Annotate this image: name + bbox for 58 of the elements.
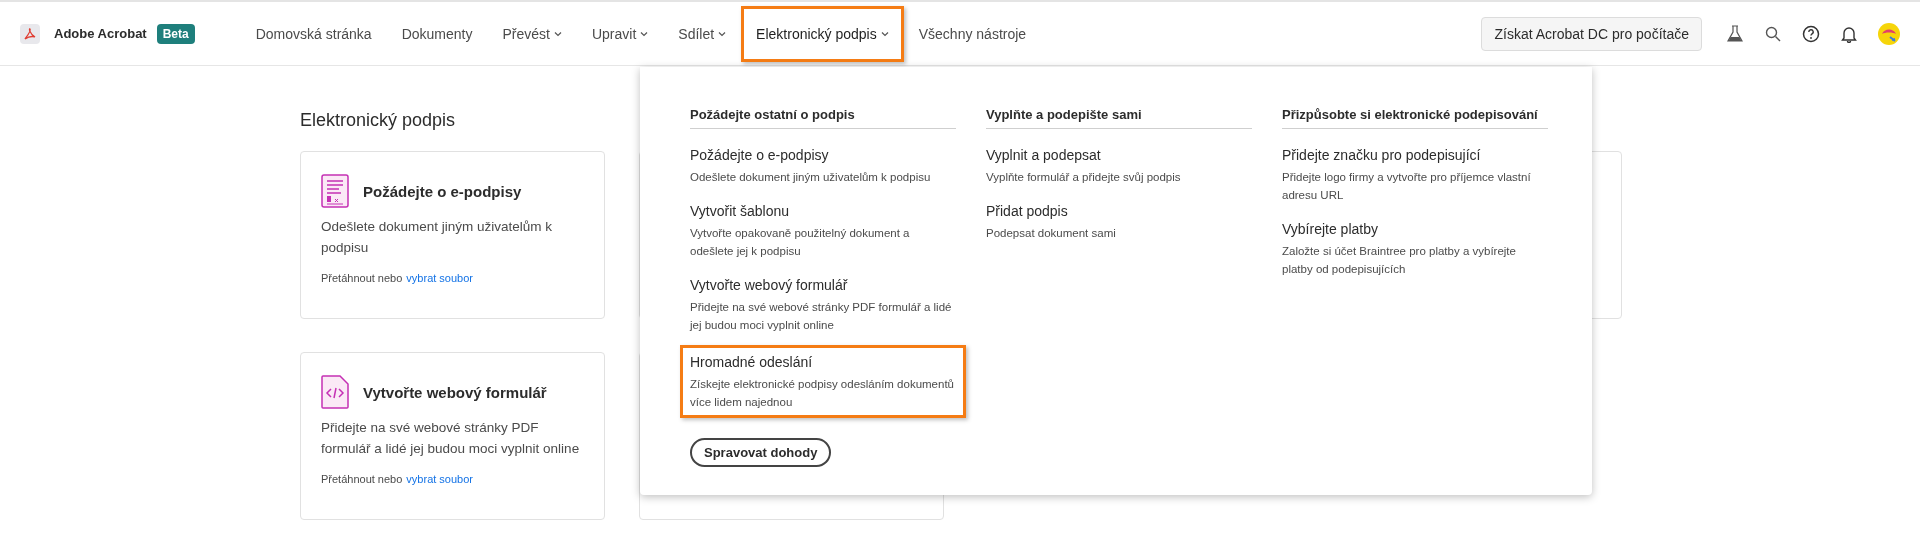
- nav-link[interactable]: Všechny nástroje: [903, 22, 1042, 45]
- chevron-down-icon: [553, 30, 562, 37]
- menu-item-title: Vybírejte platby: [1282, 221, 1379, 237]
- menu-section-header: Přizpůsobte si elektronické podepisování: [1282, 107, 1548, 129]
- chevron-down-icon: [640, 30, 649, 37]
- card-description: Přidejte na své webové stránky PDF formulář a lidé jej budou moci vyplnit online: [321, 419, 581, 458]
- nav-link[interactable]: Domovská stránka: [240, 22, 387, 45]
- get-desktop-button[interactable]: Získat Acrobat DC pro počítače: [1481, 16, 1702, 51]
- chevron-down-icon: [718, 30, 727, 37]
- menu-item-description: Přidejte na své webové stránky PDF formulář a lidé jej budou moci vyplnit online: [690, 300, 953, 333]
- menu-item-title: Vytvořte webový formulář: [690, 277, 849, 293]
- menu-item-title: Hromadné odeslání: [690, 354, 814, 370]
- select-file-link[interactable]: vybrat soubor: [406, 272, 473, 284]
- tool-card[interactable]: Vytvořte webový formulář Přidejte na své webové stránky PDF formulář a lidé jej budou moci vyplnit online Přetáhnout nebo vybrat soubor: [300, 352, 605, 520]
- menu-item-description: Přidejte logo firmy a vytvořte pro příjemce vlastní adresu URL: [1282, 170, 1532, 203]
- nav-link[interactable]: Dokumenty: [386, 22, 488, 45]
- nav-link[interactable]: Sdílet: [663, 22, 742, 45]
- nav-link[interactable]: Elektronický podpis: [741, 5, 904, 62]
- menu-item[interactable]: Přidat podpis Podepsat dokument sami: [986, 203, 1252, 242]
- flask-icon[interactable]: [1724, 22, 1746, 45]
- manage-agreements-button[interactable]: Spravovat dohody: [690, 438, 832, 467]
- nav-link[interactable]: Upravit: [576, 22, 664, 45]
- card-title: Vytvořte webový formulář: [363, 383, 547, 401]
- avatar-icon[interactable]: [1878, 22, 1900, 45]
- card-title: Požádejte o e-podpisy: [363, 182, 522, 200]
- menu-item[interactable]: Vytvořit šablonu Vytvořte opakovaně použitelný dokument a odešlete jej k podpisu: [690, 203, 956, 260]
- acrobat-logo-icon[interactable]: [20, 23, 40, 44]
- menu-section-header: Vyplňte a podepište sami: [986, 107, 1252, 129]
- beta-badge: Beta: [156, 23, 195, 44]
- menu-item-description: Založte si účet Braintree pro platby a vybírejte platby od podepisujících: [1282, 244, 1517, 277]
- menu-item-description: Získejte elektronické podpisy odesláním dokumentů více lidem najednou: [690, 377, 955, 410]
- menu-item[interactable]: Přidejte značku pro podepisující Přidejte logo firmy a vytvořte pro příjemce vlastní adresu URL: [1282, 147, 1548, 204]
- tool-card[interactable]: Požádejte o e-podpisy Odešlete dokument jiným uživatelům k podpisu Přetáhnout nebo vybrat soubor: [300, 151, 605, 319]
- code-document-icon: [321, 375, 349, 409]
- menu-item-description: Vytvořte opakovaně použitelný dokument a odešlete jej k podpisu: [690, 226, 911, 259]
- menu-item-title: Přidat podpis: [986, 203, 1069, 219]
- signature-document-icon: [321, 174, 349, 208]
- chevron-down-icon: [880, 30, 889, 37]
- page-title: Elektronický podpis: [300, 110, 456, 131]
- drop-text: Přetáhnout nebo: [321, 473, 403, 485]
- menu-item[interactable]: Hromadné odeslání Získejte elektronické podpisy odesláním dokumentů více lidem najednou: [680, 345, 966, 418]
- drop-text: Přetáhnout nebo: [321, 272, 403, 284]
- card-description: Odešlete dokument jiným uživatelům k podpisu: [321, 218, 554, 257]
- menu-item-title: Vytvořit šablonu: [690, 203, 791, 219]
- menu-section-header: Požádejte ostatní o podpis: [690, 107, 956, 129]
- nav-link[interactable]: Převést: [487, 22, 577, 45]
- menu-item[interactable]: Vybírejte platby Založte si účet Braintree pro platby a vybírejte platby od podepisujících: [1282, 221, 1548, 278]
- app-name: Adobe Acrobat: [54, 26, 147, 41]
- menu-item-title: Požádejte o e-podpisy: [690, 147, 830, 163]
- select-file-link[interactable]: vybrat soubor: [406, 473, 473, 485]
- menu-item-title: Vyplnit a podepsat: [986, 147, 1102, 163]
- menu-item-description: Odešlete dokument jiným uživatelům k podpisu: [690, 170, 932, 185]
- menu-item[interactable]: Vyplnit a podepsat Vyplňte formulář a přidejte svůj podpis: [986, 147, 1252, 186]
- menu-item-title: Přidejte značku pro podepisující: [1282, 147, 1482, 163]
- menu-item[interactable]: Požádejte o e-podpisy Odešlete dokument jiným uživatelům k podpisu: [690, 147, 956, 186]
- menu-item-description: Vyplňte formulář a přidejte svůj podpis: [986, 170, 1182, 185]
- menu-item[interactable]: Vytvořte webový formulář Přidejte na své webové stránky PDF formulář a lidé jej budou moci vyplnit online: [690, 277, 956, 334]
- menu-item-description: Podepsat dokument sami: [986, 226, 1117, 241]
